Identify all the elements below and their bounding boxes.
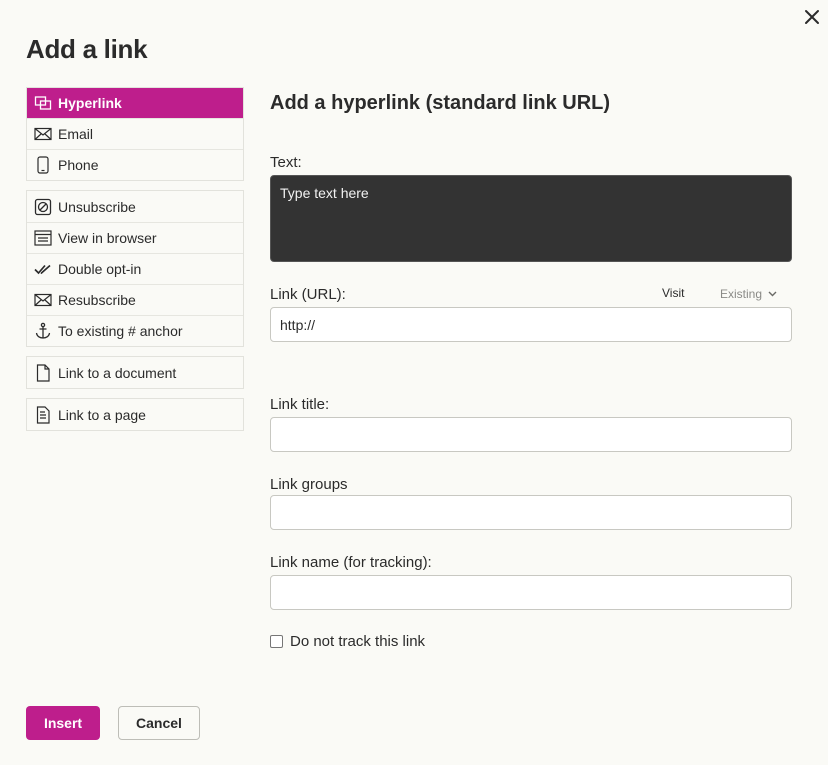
sidebar-item-resubscribe[interactable]: Resubscribe	[27, 284, 243, 315]
sidebar-item-email[interactable]: Email	[27, 118, 243, 149]
sidebar-item-document[interactable]: Link to a document	[27, 357, 243, 388]
existing-dropdown[interactable]: Existing	[720, 287, 777, 301]
link-groups-field[interactable]	[270, 495, 792, 530]
sidebar-item-label: Double opt-in	[58, 261, 142, 277]
sidebar-group-basic: Hyperlink Email Phone	[26, 87, 244, 181]
envelope-icon	[34, 291, 52, 309]
sidebar-item-label: Email	[58, 126, 94, 142]
link-name-field[interactable]	[270, 575, 792, 610]
sidebar-item-phone[interactable]: Phone	[27, 149, 243, 180]
sidebar-item-view-in-browser[interactable]: View in browser	[27, 222, 243, 253]
link-text-field[interactable]: Type text here	[270, 175, 792, 262]
double-check-icon	[34, 260, 52, 278]
link-title-field[interactable]	[270, 417, 792, 452]
text-label: Text:	[270, 154, 302, 171]
sidebar-item-label: Phone	[58, 157, 99, 173]
close-icon	[805, 10, 819, 24]
cancel-button[interactable]: Cancel	[118, 706, 200, 740]
chevron-down-icon	[768, 291, 777, 297]
link-type-sidebar: Hyperlink Email Phone Unsubscribe View i…	[26, 87, 244, 440]
link-title-label: Link title:	[270, 396, 330, 413]
browser-icon	[34, 229, 52, 247]
sidebar-item-hyperlink[interactable]: Hyperlink	[27, 88, 243, 118]
close-button[interactable]	[801, 6, 823, 28]
sidebar-group-document: Link to a document	[26, 356, 244, 389]
no-entry-icon	[34, 198, 52, 216]
sidebar-group-special: Unsubscribe View in browser Double opt-i…	[26, 190, 244, 347]
existing-label: Existing	[720, 287, 763, 301]
sidebar-item-label: Link to a document	[58, 364, 177, 381]
sidebar-item-label: Unsubscribe	[58, 198, 136, 215]
anchor-icon	[34, 322, 52, 340]
sidebar-item-label: To existing # anchor	[58, 323, 183, 339]
url-label: Link (URL):	[270, 286, 346, 303]
sidebar-item-label: Link to a page	[58, 406, 146, 423]
page-icon	[34, 405, 52, 424]
sidebar-item-double-opt-in[interactable]: Double opt-in	[27, 253, 243, 284]
no-track-option: Do not track this link	[270, 633, 425, 650]
form-heading: Add a hyperlink (standard link URL)	[270, 92, 611, 114]
sidebar-item-label: View in browser	[58, 230, 157, 246]
no-track-checkbox[interactable]	[270, 635, 283, 648]
sidebar-group-page: Link to a page	[26, 398, 244, 431]
dialog-title: Add a link	[26, 34, 148, 64]
document-icon	[34, 363, 52, 382]
sidebar-item-page[interactable]: Link to a page	[27, 399, 243, 430]
sidebar-item-anchor[interactable]: To existing # anchor	[27, 315, 243, 346]
sidebar-item-unsubscribe[interactable]: Unsubscribe	[27, 191, 243, 222]
link-groups-label: Link groups	[270, 476, 348, 493]
link-url-field[interactable]: http://	[270, 307, 792, 342]
phone-icon	[34, 156, 52, 174]
hyperlink-icon	[34, 94, 52, 112]
visit-link[interactable]: Visit	[662, 286, 684, 300]
sidebar-item-label: Resubscribe	[58, 292, 136, 308]
envelope-icon	[34, 125, 52, 143]
no-track-label: Do not track this link	[290, 633, 426, 650]
insert-button[interactable]: Insert	[26, 706, 100, 740]
sidebar-item-label: Hyperlink	[58, 95, 122, 111]
link-name-label: Link name (for tracking):	[270, 554, 432, 571]
